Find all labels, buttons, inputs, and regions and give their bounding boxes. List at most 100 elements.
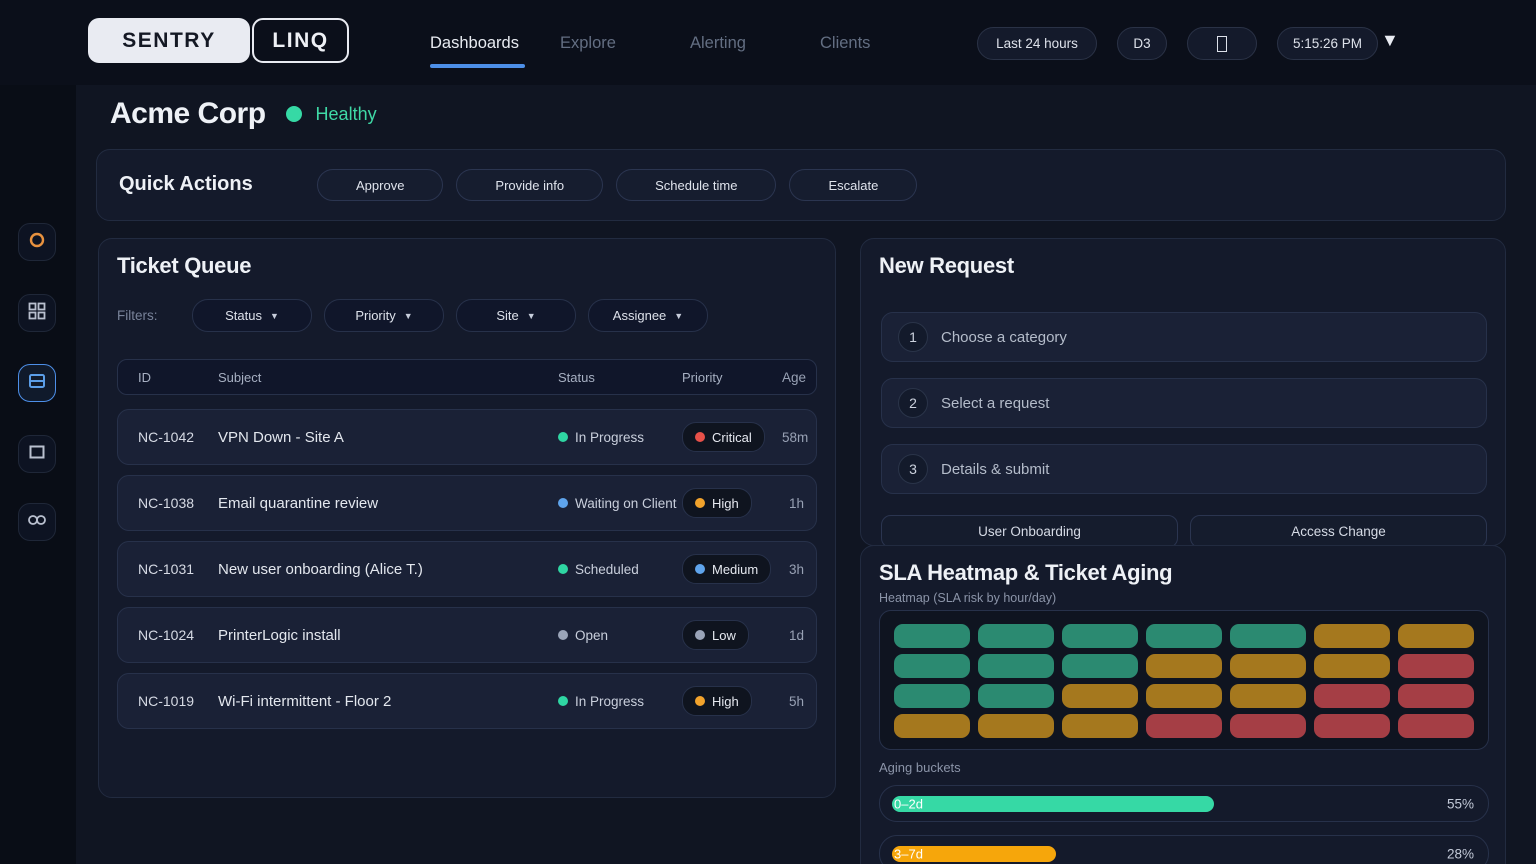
placeholder-glyph-icon [1217,36,1227,52]
request-type-buttons: User Onboarding Access Change [881,515,1487,548]
sla-heatmap-label: Heatmap (SLA risk by hour/day) [879,591,1056,605]
heatmap-cell-warn [978,714,1054,738]
aging-bucket-percent: 55% [1447,796,1474,811]
ticket-row-nc-1024[interactable]: NC-1024PrinterLogic installOpenLow1d [117,607,817,663]
filter-label: Priority [355,308,395,323]
new-request-steps: 1Choose a category 2Select a request 3 Deta… [881,312,1487,510]
priority-label: High [712,496,739,511]
ticket-row-nc-1038[interactable]: NC-1038Email quarantine reviewWaiting on… [117,475,817,531]
ticket-rows: NC-1042VPN Down - Site A In Progress Criti… [117,409,817,729]
col-header-subject: Subject [218,370,558,385]
ticket-id: NC-1042 [138,429,218,445]
ticket-row-nc-1019[interactable]: NC-1019Wi-Fi intermittent - Floor 2In Pr… [117,673,817,729]
schedule-time-button[interactable]: Schedule time [616,169,776,201]
new-request-title: New Request [879,253,1014,279]
sidebar-item-ticket-list[interactable] [18,364,56,402]
ticket-subject: Wi-Fi intermittent - Floor 2 [218,693,558,710]
filter-label: Assignee [613,308,666,323]
sidebar-item-automation-loop[interactable] [18,503,56,541]
logo-linq: LINQ [252,18,349,63]
density-selector[interactable]: D3 [1117,27,1167,60]
ticket-subject: Email quarantine review [218,495,558,512]
step-number-badge: 2 [898,388,928,418]
priority-dot-icon [695,564,705,574]
sidebar-item-apps-grid[interactable] [18,294,56,332]
nav-tab-alerting[interactable]: Alerting [690,0,820,85]
priority-badge: High [682,686,752,716]
heatmap-cell-warn [1314,654,1390,678]
aging-buckets-label: Aging buckets [879,760,961,775]
request-step-3[interactable]: 3 Details & submit [881,444,1487,494]
status-ring-icon [27,230,47,255]
heatmap-cell-warn [1146,684,1222,708]
ticket-age: 1h [782,496,816,511]
step-label: Details & submit [941,461,1049,478]
heatmap-cell-risk [1230,714,1306,738]
main-nav: DashboardsExploreAlertingClients [430,0,950,85]
main-content: Acme Corp Healthy Quick Actions ApproveP… [76,85,1536,864]
step-number-badge: 3 [898,454,928,484]
ticket-queue-panel: Ticket Queue Filters: Status▼Priority▼Si… [98,238,836,798]
icon-pill-button[interactable] [1187,27,1257,60]
filter-label: Site [496,308,518,323]
filter-assignee-dropdown[interactable]: Assignee▼ [588,299,708,332]
priority-label: Medium [712,562,758,577]
sidebar [0,85,76,864]
nav-tab-clients[interactable]: Clients [820,0,950,85]
dropdown-caret-icon[interactable]: ▼ [1381,30,1399,51]
ticket-row-nc-1042[interactable]: NC-1042VPN Down - Site A In Progress Criti… [117,409,817,465]
status-dot-icon [558,630,568,640]
sla-title: SLA Heatmap & Ticket Aging [879,560,1172,586]
sidebar-item-status-ring[interactable] [18,223,56,261]
time-range-selector[interactable]: Last 24 hours [977,27,1097,60]
ticket-filters: Filters: Status▼Priority▼Site▼Assignee▼ [117,299,720,332]
aging-bar [892,796,1214,812]
heatmap-cell-ok [1146,624,1222,648]
col-header-age: Age [782,370,818,385]
quick-actions-buttons: Approve Provide info Schedule time Escalate [317,169,917,201]
filter-site-dropdown[interactable]: Site▼ [456,299,576,332]
status-dot-icon [558,432,568,442]
approve-button[interactable]: Approve [317,169,443,201]
aging-bucket-percent: 28% [1447,846,1474,861]
ticket-priority-cell: Critical [682,422,782,452]
col-header-priority: Priority [682,370,782,385]
ticket-age: 5h [782,694,816,709]
step-number-badge: 1 [898,322,928,352]
access-change-button[interactable]: Access Change [1190,515,1487,548]
ticket-status: In Progress [558,430,682,445]
filter-priority-dropdown[interactable]: Priority▼ [324,299,444,332]
priority-dot-icon [695,696,705,706]
status-dot-icon [558,498,568,508]
client-header: Acme Corp Healthy [110,97,377,131]
quick-actions-panel: Quick Actions ApproveProvide infoSchedul… [96,149,1506,221]
heatmap-cell-warn [1230,654,1306,678]
heatmap-cell-ok [894,624,970,648]
table-header-row: ID Subject Status Priority Age [117,359,817,395]
aging-bucket-3-7d: 3–7d28% [879,835,1489,864]
status-label: Open [575,628,608,643]
heatmap-cell-warn [894,714,970,738]
clock-display[interactable]: 5:15:26 PM [1277,27,1378,60]
logo-sentry: SENTRY [88,18,250,63]
filter-status-dropdown[interactable]: Status▼ [192,299,312,332]
request-step-2[interactable]: 2Select a request [881,378,1487,428]
priority-dot-icon [695,498,705,508]
ticket-priority-cell: High [682,488,782,518]
status-label: In Progress [575,694,644,709]
request-step-1[interactable]: 1Choose a category [881,312,1487,362]
new-request-panel: New Request 1Choose a category 2Select a … [860,238,1506,546]
status-label: In Progress [575,430,644,445]
nav-tab-dashboards[interactable]: Dashboards [430,0,560,85]
sidebar-item-panel-view[interactable] [18,435,56,473]
apps-grid-icon [27,301,47,326]
ticket-row-nc-1031[interactable]: NC-1031New user onboarding (Alice T.)Sch… [117,541,817,597]
chevron-down-icon: ▼ [270,311,279,321]
heatmap-cell-ok [1062,624,1138,648]
ticket-age: 3h [782,562,816,577]
provide-info-button[interactable]: Provide info [456,169,603,201]
user-onboarding-button[interactable]: User Onboarding [881,515,1178,548]
ticket-subject: VPN Down - Site A [218,429,558,446]
escalate-button[interactable]: Escalate [789,169,917,201]
nav-tab-explore[interactable]: Explore [560,0,690,85]
